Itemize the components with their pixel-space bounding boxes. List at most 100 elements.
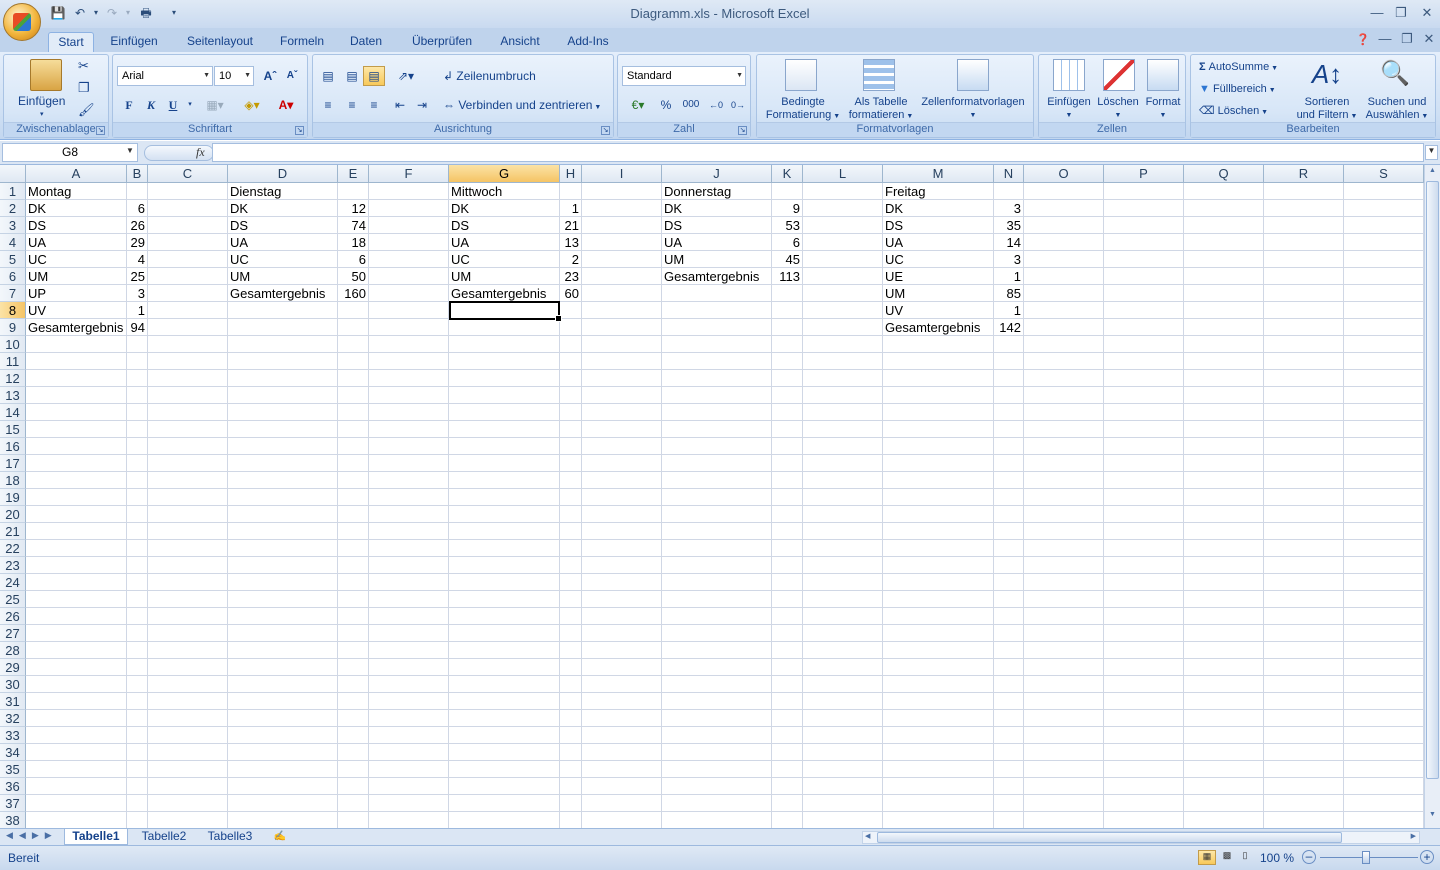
name-box[interactable]: G8	[2, 143, 138, 162]
page-break-view-icon[interactable]: ▯	[1236, 850, 1254, 865]
row-header-9[interactable]: 9	[0, 319, 26, 336]
scroll-up-icon[interactable]: ▲	[1426, 167, 1439, 179]
row-header-13[interactable]: 13	[0, 387, 26, 404]
align-right-icon[interactable]: ≡	[363, 95, 385, 115]
row-header-14[interactable]: 14	[0, 404, 26, 421]
cell-j4[interactable]: UA	[664, 234, 682, 251]
cell-a3[interactable]: DS	[28, 217, 46, 234]
vertical-scroll-thumb[interactable]	[1426, 181, 1439, 779]
column-header-s[interactable]: S	[1344, 165, 1424, 183]
row-header-33[interactable]: 33	[0, 727, 26, 744]
cell-styles-button[interactable]: Zellenformatvorlagen ▼	[917, 96, 1029, 122]
tab-formeln[interactable]: Formeln	[274, 32, 330, 52]
wrap-text-button[interactable]: ↲ Zeilenumbruch	[443, 70, 536, 83]
row-header-26[interactable]: 26	[0, 608, 26, 625]
cell-b3[interactable]: 26	[127, 217, 145, 234]
conditional-format-button[interactable]: Bedingte Formatierung ▼	[761, 96, 845, 123]
cell-d7[interactable]: Gesamtergebnis	[230, 285, 325, 302]
cell-n7[interactable]: 85	[994, 285, 1021, 302]
cell-e4[interactable]: 18	[338, 234, 366, 251]
cell-d5[interactable]: UC	[230, 251, 249, 268]
name-box-dropdown-icon[interactable]: ▼	[126, 146, 134, 155]
cell-a5[interactable]: UC	[28, 251, 47, 268]
row-header-3[interactable]: 3	[0, 217, 26, 234]
office-button[interactable]	[3, 3, 41, 41]
cell-b8[interactable]: 1	[127, 302, 145, 319]
copy-icon[interactable]: ❐	[78, 81, 90, 94]
sheet-tab-tabelle3[interactable]: Tabelle3	[200, 829, 260, 845]
row-header-2[interactable]: 2	[0, 200, 26, 217]
row-header-38[interactable]: 38	[0, 812, 26, 828]
format-cells-icon[interactable]	[1147, 59, 1179, 91]
horizontal-scrollbar[interactable]: ◀ ▶	[862, 831, 1420, 844]
cell-j5[interactable]: UM	[664, 251, 684, 268]
column-header-o[interactable]: O	[1024, 165, 1104, 183]
workbook-close-icon[interactable]: ✕	[1418, 30, 1440, 48]
number-format-select[interactable]: Standard ▼	[622, 66, 746, 86]
workbook-minimize-icon[interactable]: —	[1374, 30, 1396, 48]
align-bottom-icon[interactable]: ▤	[363, 66, 385, 86]
row-header-7[interactable]: 7	[0, 285, 26, 302]
cell-a8[interactable]: UV	[28, 302, 46, 319]
cell-n6[interactable]: 1	[994, 268, 1021, 285]
customize-qat-icon[interactable]: ▾	[166, 5, 182, 21]
underline-dropdown-icon[interactable]: ▾	[185, 95, 195, 115]
cell-e5[interactable]: 6	[338, 251, 366, 268]
cell-m8[interactable]: UV	[885, 302, 903, 319]
merge-center-button[interactable]: ⇔ Verbinden und zentrieren ▼	[443, 99, 601, 114]
currency-icon[interactable]: €▾	[622, 95, 654, 115]
font-size-select[interactable]: 10 ▼	[214, 66, 254, 86]
cell-g1[interactable]: Mittwoch	[451, 183, 502, 200]
insert-function-button[interactable]: fx	[196, 145, 205, 160]
column-header-b[interactable]: B	[127, 165, 148, 183]
tab-einfuegen[interactable]: Einfügen	[104, 32, 164, 52]
cell-g2[interactable]: DK	[451, 200, 469, 217]
conditional-format-icon[interactable]	[785, 59, 817, 91]
column-header-e[interactable]: E	[338, 165, 369, 183]
cell-d4[interactable]: UA	[230, 234, 248, 251]
print-preview-icon[interactable]: 🖶	[138, 5, 154, 21]
decrease-decimal-icon[interactable]: 0→	[728, 95, 748, 115]
formula-input[interactable]	[212, 143, 1424, 162]
cell-e2[interactable]: 12	[338, 200, 366, 217]
zoom-level[interactable]: 100 %	[1260, 851, 1294, 865]
scroll-left-icon[interactable]: ◀	[865, 832, 870, 840]
tab-addins[interactable]: Add-Ins	[560, 32, 616, 52]
row-header-36[interactable]: 36	[0, 778, 26, 795]
row-header-25[interactable]: 25	[0, 591, 26, 608]
row-header-1[interactable]: 1	[0, 183, 26, 200]
column-header-g[interactable]: G	[449, 165, 560, 183]
find-select-icon[interactable]: 🔍	[1379, 59, 1411, 89]
row-header-21[interactable]: 21	[0, 523, 26, 540]
cell-b9[interactable]: 94	[127, 319, 145, 336]
grow-font-icon[interactable]: Aˆ	[260, 66, 280, 86]
scroll-down-icon[interactable]: ▼	[1426, 811, 1439, 823]
column-header-f[interactable]: F	[369, 165, 449, 183]
cell-d3[interactable]: DS	[230, 217, 248, 234]
cell-g7[interactable]: Gesamtergebnis	[451, 285, 546, 302]
row-header-4[interactable]: 4	[0, 234, 26, 251]
row-header-37[interactable]: 37	[0, 795, 26, 812]
cell-n4[interactable]: 14	[994, 234, 1021, 251]
save-icon[interactable]: 💾	[50, 5, 66, 21]
redo-dropdown-icon[interactable]: ▾	[120, 5, 136, 21]
sort-filter-icon[interactable]: A↕	[1311, 59, 1343, 89]
cell-b4[interactable]: 29	[127, 234, 145, 251]
column-header-m[interactable]: M	[883, 165, 994, 183]
borders-icon[interactable]: ▦▾	[201, 95, 229, 115]
row-header-6[interactable]: 6	[0, 268, 26, 285]
row-header-27[interactable]: 27	[0, 625, 26, 642]
cell-b7[interactable]: 3	[127, 285, 145, 302]
cell-g6[interactable]: UM	[451, 268, 471, 285]
workbook-restore-icon[interactable]: ❐	[1396, 30, 1418, 48]
row-header-5[interactable]: 5	[0, 251, 26, 268]
cell-b6[interactable]: 25	[127, 268, 145, 285]
help-icon[interactable]: ❓	[1352, 31, 1374, 49]
row-header-11[interactable]: 11	[0, 353, 26, 370]
row-header-31[interactable]: 31	[0, 693, 26, 710]
cell-styles-icon[interactable]	[957, 59, 989, 91]
paste-button[interactable]: Einfügen	[18, 95, 65, 108]
select-all-button[interactable]	[0, 165, 26, 183]
cell-g5[interactable]: UC	[451, 251, 470, 268]
cell-m1[interactable]: Freitag	[885, 183, 925, 200]
